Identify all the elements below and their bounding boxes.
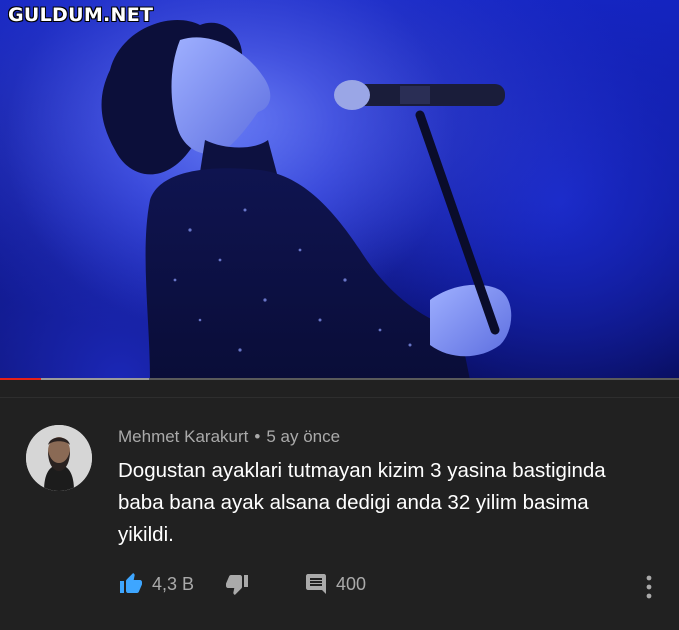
comment-text: Dogustan ayaklari tutmayan kizim 3 yasin… (118, 459, 606, 546)
like-count: 4,3 B (152, 573, 195, 594)
thumb-up-icon (120, 573, 142, 593)
progress-played (0, 378, 41, 380)
dislike-button[interactable] (224, 572, 250, 596)
avatar-image (26, 425, 92, 491)
more-options-button[interactable] (642, 574, 656, 605)
comment-meta: Mehmet Karakurt • 5 ay önce (118, 427, 340, 447)
reply-button[interactable]: 400 (304, 572, 366, 596)
more-vertical-icon (646, 575, 652, 599)
video-progress-bar[interactable] (0, 378, 679, 380)
reply-count: 400 (336, 573, 367, 594)
video-player[interactable]: GULDUM.NET (0, 0, 679, 380)
meta-separator: • (254, 427, 261, 446)
comment-time[interactable]: 5 ay önce (266, 427, 340, 446)
divider (0, 397, 679, 398)
concert-image (0, 0, 679, 380)
like-button[interactable]: 4,3 B (118, 572, 194, 596)
comment-actions: 4,3 B 400 (118, 572, 658, 604)
thumb-down-icon (226, 575, 248, 595)
comment-author[interactable]: Mehmet Karakurt (118, 427, 248, 446)
comment-icon (306, 574, 326, 594)
avatar[interactable] (26, 425, 92, 491)
watermark-logo: GULDUM.NET (8, 4, 154, 26)
